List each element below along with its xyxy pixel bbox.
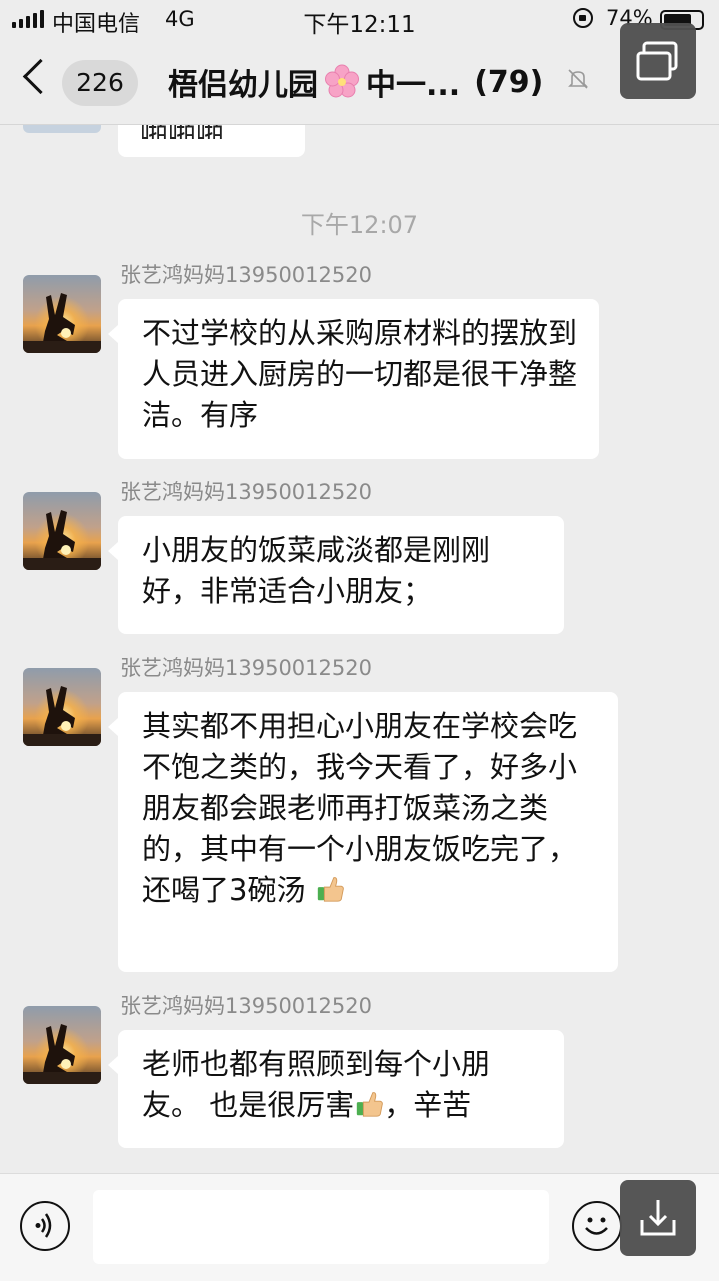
multi-window-icon: [636, 41, 678, 81]
unread-count-badge[interactable]: 226: [62, 60, 138, 106]
multi-window-button[interactable]: [620, 23, 696, 99]
bell-mute-icon: [568, 69, 588, 89]
sender-name: 张艺鸿妈妈13950012520: [120, 480, 372, 504]
avatar[interactable]: [23, 668, 101, 746]
message-text: 小朋友的饭菜咸淡都是刚刚好，非常适合小朋友；: [142, 533, 491, 608]
emoji-icon: [585, 1217, 608, 1235]
message-text: 不过学校的从采购原材料的摆放到人员进入厨房的一切都是很干净整洁。有序: [142, 316, 578, 432]
download-button[interactable]: [620, 1180, 696, 1256]
member-count: (79): [474, 64, 544, 100]
message-list[interactable]: 啪啪啪 下午12:07 张艺鸿妈妈13950012520 不过学校的从采购原材料…: [0, 125, 719, 1173]
voice-button[interactable]: [20, 1201, 70, 1251]
status-bar: 中国电信 4G 下午12:11 74%: [0, 0, 719, 40]
message-timestamp: 下午12:07: [300, 211, 419, 239]
input-bar: [0, 1173, 719, 1281]
message-bubble[interactable]: 小朋友的饭菜咸淡都是刚刚好，非常适合小朋友；: [108, 516, 564, 634]
message-bubble[interactable]: 老师也都有照顾到每个小朋友。 也是很厉害 ，辛苦: [108, 1030, 564, 1148]
message-input[interactable]: [93, 1190, 549, 1264]
thumbs-up-icon: [356, 1092, 384, 1117]
emoji-button[interactable]: [572, 1201, 622, 1251]
message-bubble[interactable]: 不过学校的从采购原材料的摆放到人员进入厨房的一切都是很干净整洁。有序: [108, 299, 599, 459]
chat-title-suffix: 中一...: [366, 68, 461, 103]
avatar[interactable]: [23, 492, 101, 570]
rotation-lock-icon: [573, 8, 593, 28]
avatar[interactable]: [23, 1006, 101, 1084]
sender-name: 张艺鸿妈妈13950012520: [120, 994, 372, 1018]
cherry-blossom-icon: [325, 64, 359, 98]
chevron-left-icon[interactable]: [22, 58, 59, 95]
message-bubble[interactable]: 其实都不用担心小朋友在学校会吃不饱之类的，我今天看了，好多小朋友都会跟老师再打饭…: [108, 692, 618, 972]
sender-name: 张艺鸿妈妈13950012520: [120, 656, 372, 680]
sender-name: 张艺鸿妈妈13950012520: [120, 263, 372, 287]
chat-title: 梧侣幼儿园 中一... (79): [168, 60, 543, 104]
avatar[interactable]: [23, 275, 101, 353]
message-text: 其实都不用担心小朋友在学校会吃不饱之类的，我今天看了，好多小朋友都会跟老师再打饭…: [142, 709, 578, 907]
message-text-suffix: ，辛苦: [384, 1088, 472, 1122]
avatar[interactable]: [23, 125, 101, 133]
chat-title-name: 梧侣幼儿园: [168, 68, 318, 103]
chat-header: 226 梧侣幼儿园 中一... (79): [0, 40, 719, 125]
message-text: 啪啪啪: [140, 125, 224, 139]
thumbs-up-icon: [317, 877, 344, 902]
download-icon: [640, 1200, 676, 1236]
voice-icon: [35, 1213, 52, 1238]
